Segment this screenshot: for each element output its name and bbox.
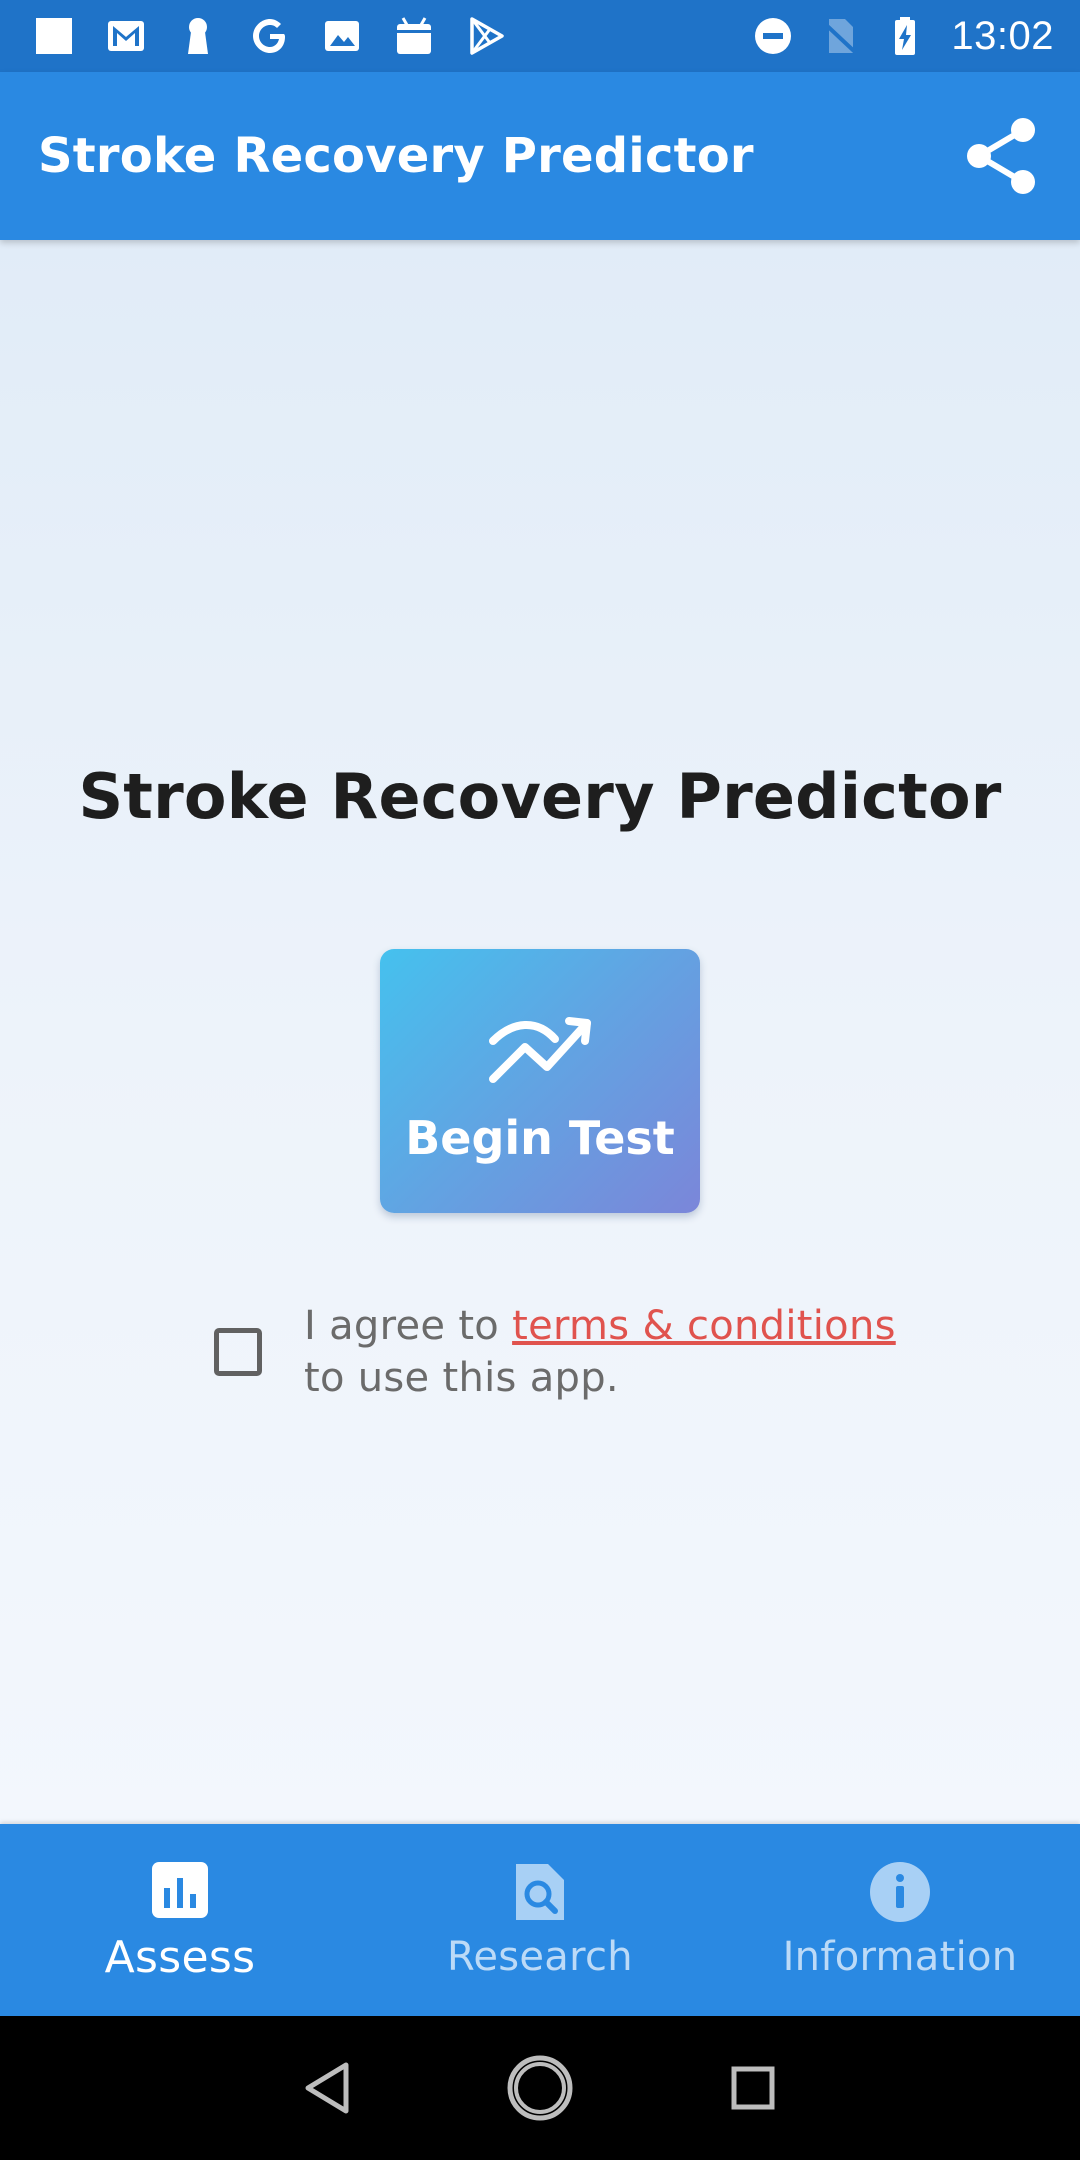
main-content: Stroke Recovery Predictor Begin Test I a…: [0, 240, 1080, 1824]
begin-test-button[interactable]: Begin Test: [380, 949, 700, 1213]
info-icon: [870, 1862, 930, 1922]
agreement-suffix: to use this app.: [304, 1355, 619, 1401]
back-icon: [305, 2062, 349, 2114]
recents-button[interactable]: [713, 2048, 793, 2128]
terms-checkbox[interactable]: [214, 1328, 262, 1376]
clock: 13:02: [951, 13, 1054, 58]
battery-charging-icon: [895, 17, 916, 55]
system-status-icons: 13:02: [753, 0, 1054, 72]
terms-agreement: I agree to terms & conditions to use thi…: [214, 1300, 914, 1404]
home-button[interactable]: [500, 2048, 580, 2128]
nav-label-information: Information: [782, 1934, 1018, 1980]
trend-chart-icon: [489, 1017, 591, 1083]
nav-item-research[interactable]: Research: [360, 1824, 720, 2016]
notification-icons: [34, 0, 506, 72]
app-title: Stroke Recovery Predictor: [38, 128, 754, 184]
begin-test-label: Begin Test: [405, 1111, 675, 1165]
document-search-icon: [516, 1864, 564, 1920]
nav-item-assess[interactable]: Assess: [0, 1824, 360, 2016]
home-icon: [507, 2055, 573, 2121]
gmail-icon: [108, 21, 144, 51]
google-icon: [253, 19, 285, 53]
keyhole-icon: [188, 18, 208, 54]
share-button[interactable]: [962, 116, 1042, 196]
app-bar: Stroke Recovery Predictor: [0, 72, 1080, 240]
play-store-icon: [470, 17, 504, 55]
page-title: Stroke Recovery Predictor: [78, 760, 1002, 833]
share-icon: [967, 118, 1035, 194]
back-button[interactable]: [287, 2048, 367, 2128]
agreement-prefix: I agree to: [304, 1303, 513, 1349]
nav-label-research: Research: [447, 1934, 633, 1980]
recents-icon: [731, 2066, 775, 2110]
android-icon: [397, 17, 431, 54]
screen: 13:02 Stroke Recovery Predictor Stroke R…: [0, 0, 1080, 2160]
square-notification-icon: [36, 18, 72, 54]
nav-label-assess: Assess: [104, 1931, 256, 1983]
bottom-navigation: Assess Research Information: [0, 1824, 1080, 2016]
photo-icon: [325, 21, 359, 51]
terms-conditions-link[interactable]: terms & conditions: [512, 1303, 896, 1349]
no-sim-icon: [822, 19, 857, 54]
status-bar: 13:02: [0, 0, 1080, 72]
nav-item-information[interactable]: Information: [720, 1824, 1080, 2016]
do-not-disturb-icon: [755, 18, 792, 54]
bar-chart-icon: [152, 1861, 208, 1918]
agreement-text: I agree to terms & conditions to use thi…: [304, 1300, 896, 1404]
system-navigation-bar: [0, 2016, 1080, 2160]
